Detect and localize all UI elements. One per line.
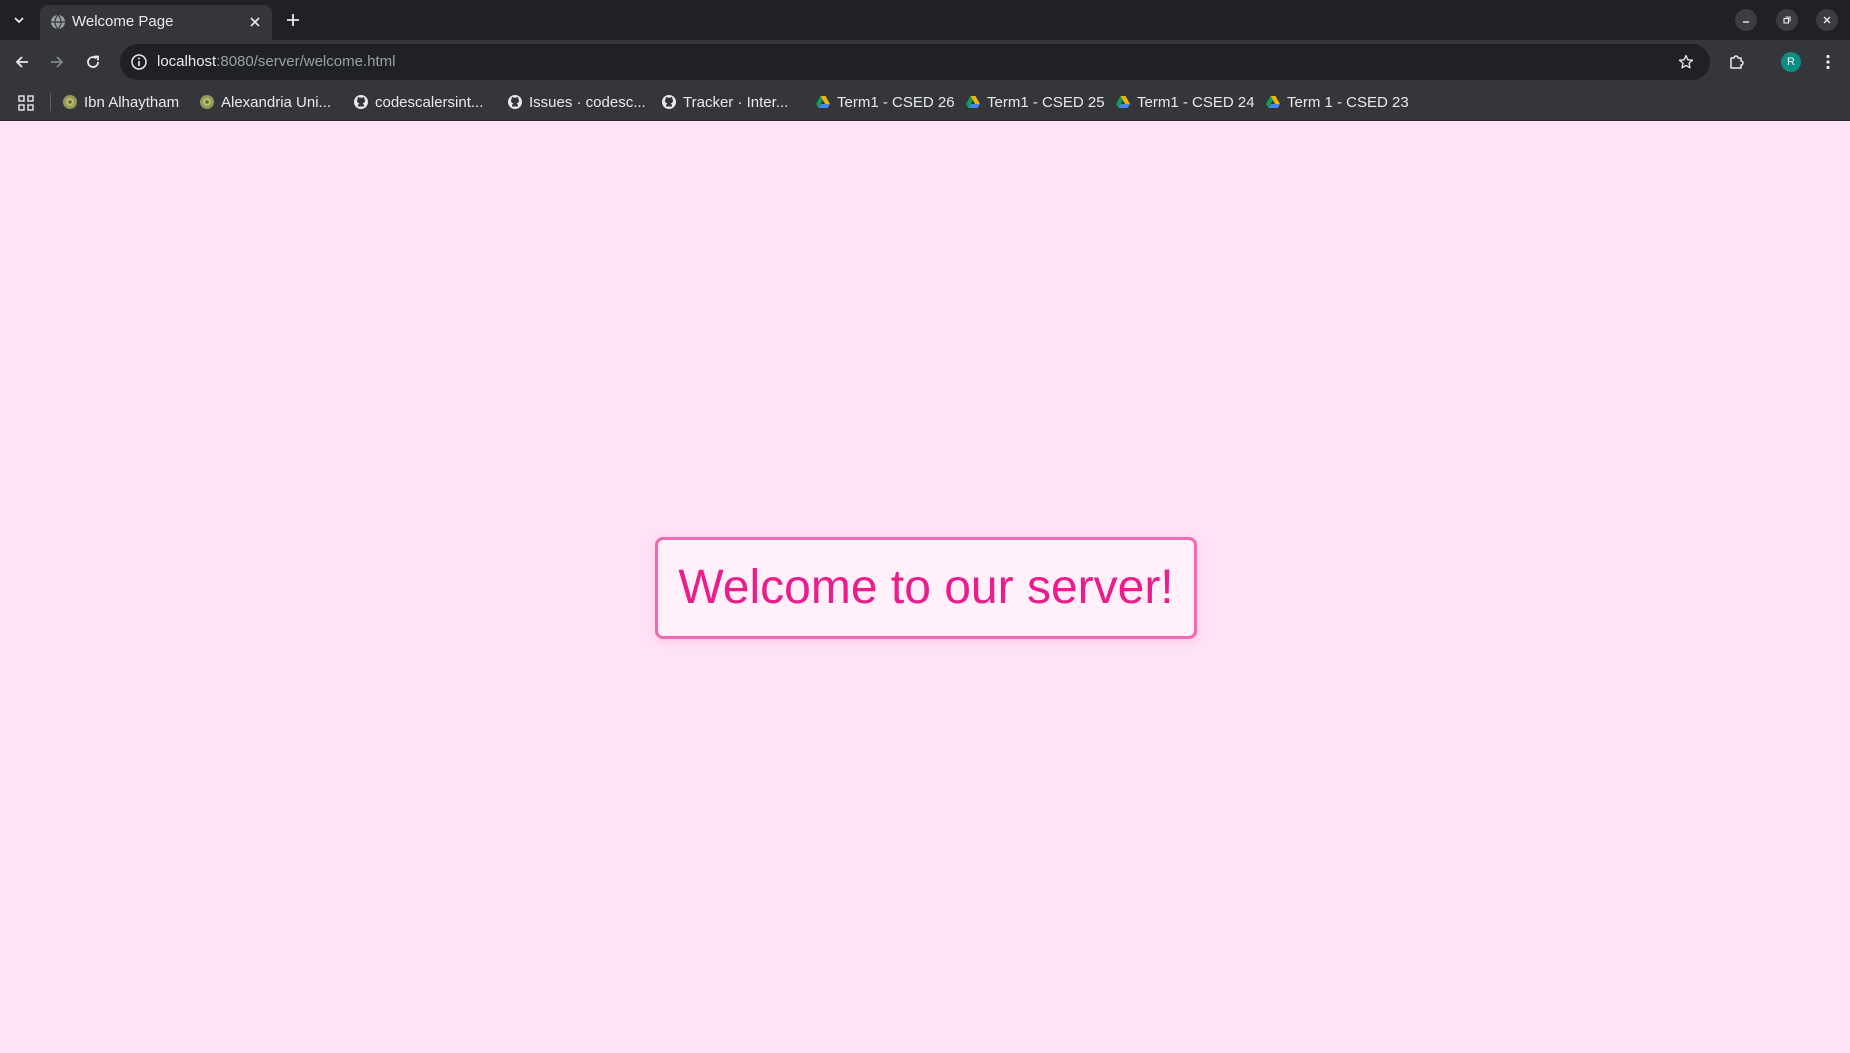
- reload-button[interactable]: [80, 49, 106, 75]
- tab-title: Welcome Page: [72, 13, 174, 30]
- bookmark-issues-codescalers[interactable]: Issues · codesc...: [507, 90, 646, 114]
- close-window-button[interactable]: [1816, 9, 1838, 31]
- back-button[interactable]: [9, 49, 35, 75]
- browser-menu-button[interactable]: [1815, 49, 1841, 75]
- bookmark-term-1-csed-23[interactable]: Term 1 - CSED 23: [1265, 90, 1409, 114]
- close-icon: [1823, 16, 1831, 24]
- tab-strip: Welcome Page: [0, 0, 1850, 40]
- bookmark-label: Term 1 - CSED 23: [1287, 93, 1409, 111]
- avatar: R: [1781, 52, 1801, 72]
- bookmark-star-button[interactable]: [1676, 52, 1696, 72]
- arrow-right-icon: [51, 56, 64, 68]
- reload-icon: [87, 55, 99, 68]
- arrow-left-icon: [15, 56, 28, 68]
- address-bar[interactable]: localhost:8080/server/welcome.html: [120, 44, 1710, 80]
- bookmark-label: codescalersint...: [375, 93, 484, 111]
- github-icon: [508, 95, 522, 109]
- bookmark-label: Term1 - CSED 24: [1137, 93, 1255, 111]
- more-vertical-icon: [1826, 54, 1830, 70]
- google-drive-icon: [966, 96, 980, 108]
- new-tab-button[interactable]: [280, 7, 306, 33]
- bookmarks-bar: Ibn Alhaytham Alexandria Uni... codescal…: [0, 84, 1850, 121]
- star-icon: [1678, 54, 1694, 69]
- university-seal-icon: [63, 95, 77, 109]
- welcome-box: Welcome to our server!: [655, 537, 1197, 639]
- bookmarks-divider: [50, 93, 51, 111]
- restore-button[interactable]: [1776, 9, 1798, 31]
- forward-button[interactable]: [44, 49, 70, 75]
- university-seal-icon: [200, 95, 214, 109]
- restore-icon: [1783, 16, 1791, 24]
- bookmark-term1-csed-24[interactable]: Term1 - CSED 24: [1115, 90, 1255, 114]
- puzzle-icon: [1730, 55, 1744, 69]
- bookmark-codescalersint[interactable]: codescalersint...: [353, 90, 483, 114]
- bookmark-label: Tracker · Inter...: [683, 93, 789, 111]
- page-viewport: Welcome to our server!: [0, 121, 1850, 1053]
- browser-toolbar: localhost:8080/server/welcome.html R: [0, 40, 1850, 84]
- tab-welcome-page[interactable]: Welcome Page: [40, 5, 272, 40]
- plus-icon: [287, 14, 299, 26]
- page-title: Welcome to our server!: [678, 561, 1174, 614]
- globe-icon: [51, 14, 65, 30]
- minimize-button[interactable]: [1735, 9, 1757, 31]
- bookmark-label: Term1 - CSED 26: [837, 93, 955, 111]
- google-drive-icon: [816, 96, 830, 108]
- bookmark-term1-csed-26[interactable]: Term1 - CSED 26: [815, 90, 955, 114]
- tab-close-button[interactable]: [246, 13, 264, 31]
- apps-grid-icon[interactable]: [16, 93, 36, 113]
- google-drive-icon: [1116, 96, 1130, 108]
- bookmark-label: Alexandria Uni...: [221, 93, 332, 111]
- github-icon: [662, 95, 676, 109]
- info-icon[interactable]: [130, 53, 148, 71]
- github-icon: [354, 95, 368, 109]
- minimize-icon: [1743, 21, 1749, 23]
- url-path: :8080/server/welcome.html: [216, 53, 396, 70]
- extensions-button[interactable]: [1724, 49, 1750, 75]
- bookmark-tracker[interactable]: Tracker · Inter...: [661, 90, 788, 114]
- url-host: localhost: [157, 53, 217, 70]
- profile-button[interactable]: R: [1778, 49, 1804, 75]
- url-text[interactable]: localhost:8080/server/welcome.html: [157, 52, 395, 72]
- google-drive-icon: [1266, 96, 1280, 108]
- close-icon: [250, 17, 260, 27]
- bookmark-label: Issues · codesc...: [529, 93, 646, 111]
- tab-search-button[interactable]: [6, 7, 32, 33]
- bookmark-label: Ibn Alhaytham: [84, 93, 180, 111]
- bookmark-alexandria-university[interactable]: Alexandria Uni...: [199, 90, 331, 114]
- bookmark-label: Term1 - CSED 25: [987, 93, 1105, 111]
- bookmark-ibn-alhaytham[interactable]: Ibn Alhaytham: [62, 90, 179, 114]
- chevron-down-icon: [14, 17, 24, 24]
- bookmark-term1-csed-25[interactable]: Term1 - CSED 25: [965, 90, 1105, 114]
